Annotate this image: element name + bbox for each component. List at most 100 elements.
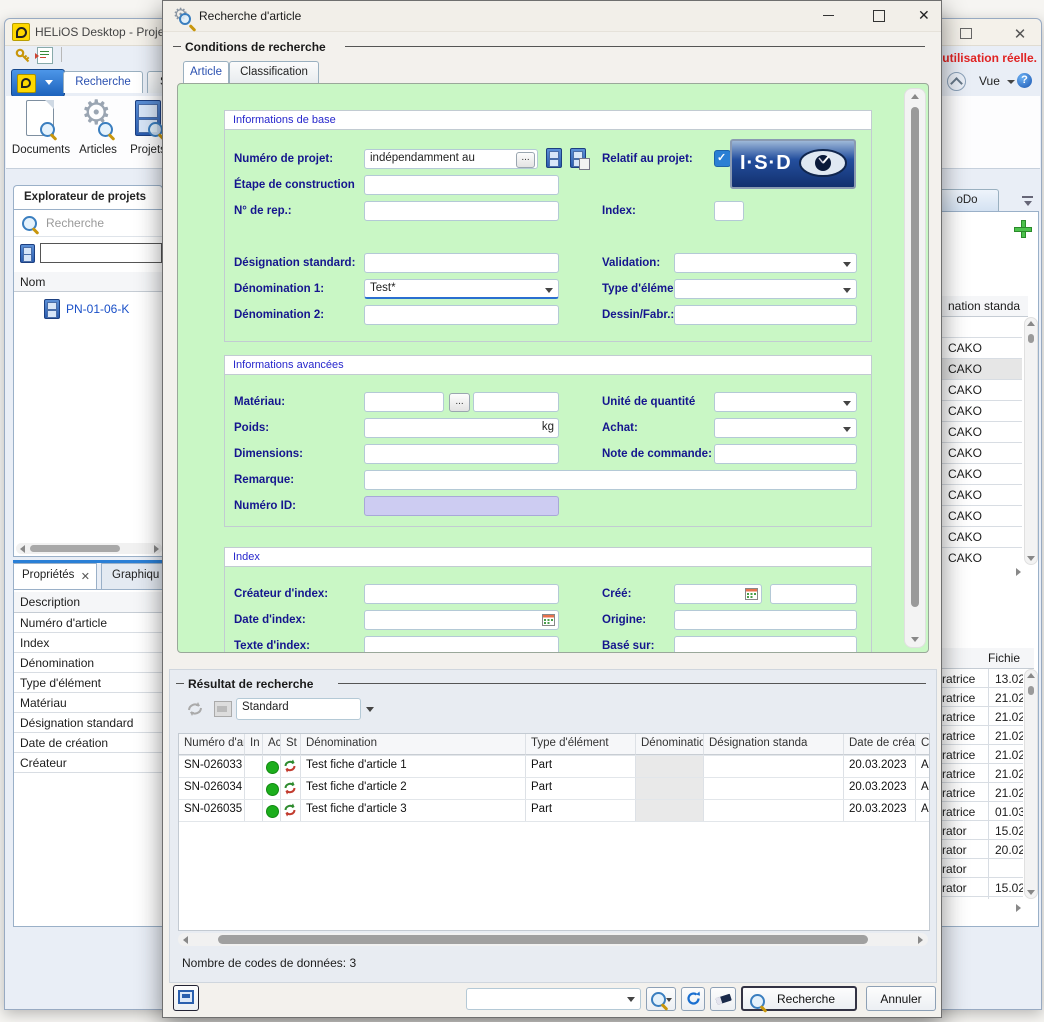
scroll-left-icon[interactable] [20, 545, 25, 553]
project-browse-button[interactable]: ... [516, 152, 535, 168]
main-close-button[interactable]: ✕ [1005, 27, 1035, 47]
search-button[interactable]: Recherche [741, 986, 857, 1011]
standa-vscrollbar[interactable] [1024, 317, 1038, 565]
clear-button[interactable] [710, 987, 736, 1011]
minimize-icon[interactable] [823, 15, 834, 16]
key-icon[interactable] [15, 47, 32, 64]
scroll-left-icon[interactable] [183, 936, 188, 944]
fichie-date-cell[interactable]: 20.02.2 [989, 840, 1023, 859]
scroll-right-icon[interactable] [1016, 568, 1021, 576]
splitter-handle[interactable] [533, 660, 573, 666]
add-icon[interactable] [1014, 220, 1032, 238]
standa-row[interactable]: CAKO [942, 548, 1022, 563]
weight-input[interactable]: kg [364, 418, 559, 438]
ribbon-button-documents[interactable]: Documents [10, 98, 72, 166]
explorer-column-header-nom[interactable]: Nom [14, 272, 166, 292]
fichie-user-cell[interactable]: ratrice [936, 783, 988, 802]
relative-to-project-checkbox[interactable] [714, 150, 731, 167]
dialog-titlebar[interactable]: ⚙ Recherche d'article ✕ [163, 1, 941, 32]
origin-input[interactable] [674, 610, 857, 630]
search-options-button[interactable] [646, 987, 676, 1011]
fichie-user-cell[interactable]: ratrice [936, 726, 988, 745]
validation-dropdown[interactable] [674, 253, 857, 273]
property-row[interactable]: Index [14, 633, 164, 653]
standa-row[interactable]: CAKO [942, 401, 1022, 422]
form-vscrollbar[interactable] [904, 88, 926, 648]
chevron-down-icon[interactable] [366, 707, 374, 712]
property-row[interactable]: Type d'élément [14, 673, 164, 693]
todo-panel-tab[interactable]: oDo [935, 189, 999, 211]
app-menu-button[interactable] [11, 69, 65, 97]
drawing-fabr-input[interactable] [674, 305, 857, 325]
property-row[interactable]: Numéro d'article [14, 613, 164, 633]
project-number-input[interactable]: indépendamment au [364, 149, 538, 169]
fichie-user-cell[interactable]: rator [936, 840, 988, 859]
result-hscrollbar[interactable] [178, 933, 928, 946]
explorer-search-box[interactable]: Recherche [14, 210, 166, 237]
fichie-vscrollbar[interactable] [1024, 669, 1038, 899]
fichie-user-cell[interactable]: rator [936, 821, 988, 840]
based-on-input[interactable] [674, 636, 857, 653]
vue-menu[interactable]: Vue [979, 74, 1000, 88]
cancel-button[interactable]: Annuler [866, 986, 936, 1011]
fichie-date-cell[interactable]: 01.03.2 [989, 802, 1023, 821]
properties-column-header[interactable]: Description [14, 592, 164, 613]
index-creator-input[interactable] [364, 584, 559, 604]
scrollbar-thumb[interactable] [218, 935, 868, 944]
fichie-user-cell[interactable]: ratrice [936, 764, 988, 783]
save-profile-icon[interactable] [214, 701, 232, 717]
standard-designation-input[interactable] [364, 253, 559, 273]
fichie-date-cell[interactable]: 15.02.2 [989, 821, 1023, 840]
standa-row[interactable]: CAKO [942, 338, 1022, 359]
edit-list-icon[interactable] [37, 47, 53, 64]
result-row[interactable]: SN-026034 Test fiche d'article 2 Part 20… [179, 778, 929, 800]
created-date-input[interactable] [674, 584, 762, 604]
standa-row-selected[interactable]: CAKO [942, 359, 1022, 380]
standa-row[interactable]: CAKO [942, 485, 1022, 506]
scroll-right-icon[interactable] [918, 936, 923, 944]
purchase-dropdown[interactable] [714, 418, 857, 438]
fichie-column-header[interactable]: Fichie [936, 648, 1034, 669]
main-maximize-button[interactable] [951, 25, 981, 45]
created-time-input[interactable] [770, 584, 857, 604]
property-row[interactable]: Date de création [14, 733, 164, 753]
fichie-user-cell[interactable]: rator [936, 878, 988, 897]
standa-row[interactable]: CAKO [942, 422, 1022, 443]
construction-stage-input[interactable] [364, 175, 559, 195]
property-row[interactable]: Matériau [14, 693, 164, 713]
standa-row[interactable]: CAKO [942, 506, 1022, 527]
standa-row[interactable]: CAKO [942, 464, 1022, 485]
ribbon-button-articles[interactable]: ⚙ Articles [74, 98, 122, 166]
fichie-user-cell[interactable]: ratrice [936, 688, 988, 707]
material-code-input[interactable] [364, 392, 444, 412]
standa-column-header[interactable]: nation standa [942, 296, 1028, 317]
project-document-icon[interactable] [570, 148, 586, 168]
dimensions-input[interactable] [364, 444, 559, 464]
fichie-date-cell[interactable]: 21.02.2 [989, 764, 1023, 783]
fichie-user-cell[interactable]: ratrice [936, 707, 988, 726]
denomination1-combo[interactable]: Test* [364, 279, 559, 299]
explorer-panel-tab[interactable]: Explorateur de projets [13, 185, 163, 209]
property-row[interactable]: Désignation standard [14, 713, 164, 733]
project-tree-item[interactable]: PN-01-06-K [14, 298, 166, 320]
standa-row[interactable]: CAKO [942, 527, 1022, 548]
index-input[interactable] [714, 201, 744, 221]
maximize-icon[interactable] [873, 10, 885, 22]
fichie-date-cell[interactable]: 21.02.2 [989, 783, 1023, 802]
fichie-date-cell[interactable]: 21.02.2 [989, 707, 1023, 726]
fichie-date-cell[interactable]: 15.02.2 [989, 878, 1023, 897]
close-icon[interactable]: ✕ [918, 7, 930, 24]
standa-row[interactable]: CAKO [942, 443, 1022, 464]
material-name-input[interactable] [473, 392, 559, 412]
fichie-user-cell[interactable]: ratrice [936, 669, 988, 688]
material-browse-button[interactable]: ... [449, 393, 470, 412]
fichie-date-cell[interactable] [989, 859, 1023, 878]
fichie-user-cell[interactable]: ratrice [936, 745, 988, 764]
fichie-date-cell[interactable]: 21.02.2 [989, 688, 1023, 707]
project-cabinet-icon[interactable] [546, 148, 562, 168]
panel-menu-icon[interactable] [1021, 195, 1035, 207]
scrollbar-thumb[interactable] [911, 107, 919, 607]
result-profile-combo[interactable]: Standard [236, 698, 361, 720]
tab-article[interactable]: Article [183, 61, 229, 83]
scrollbar-thumb[interactable] [30, 545, 120, 552]
